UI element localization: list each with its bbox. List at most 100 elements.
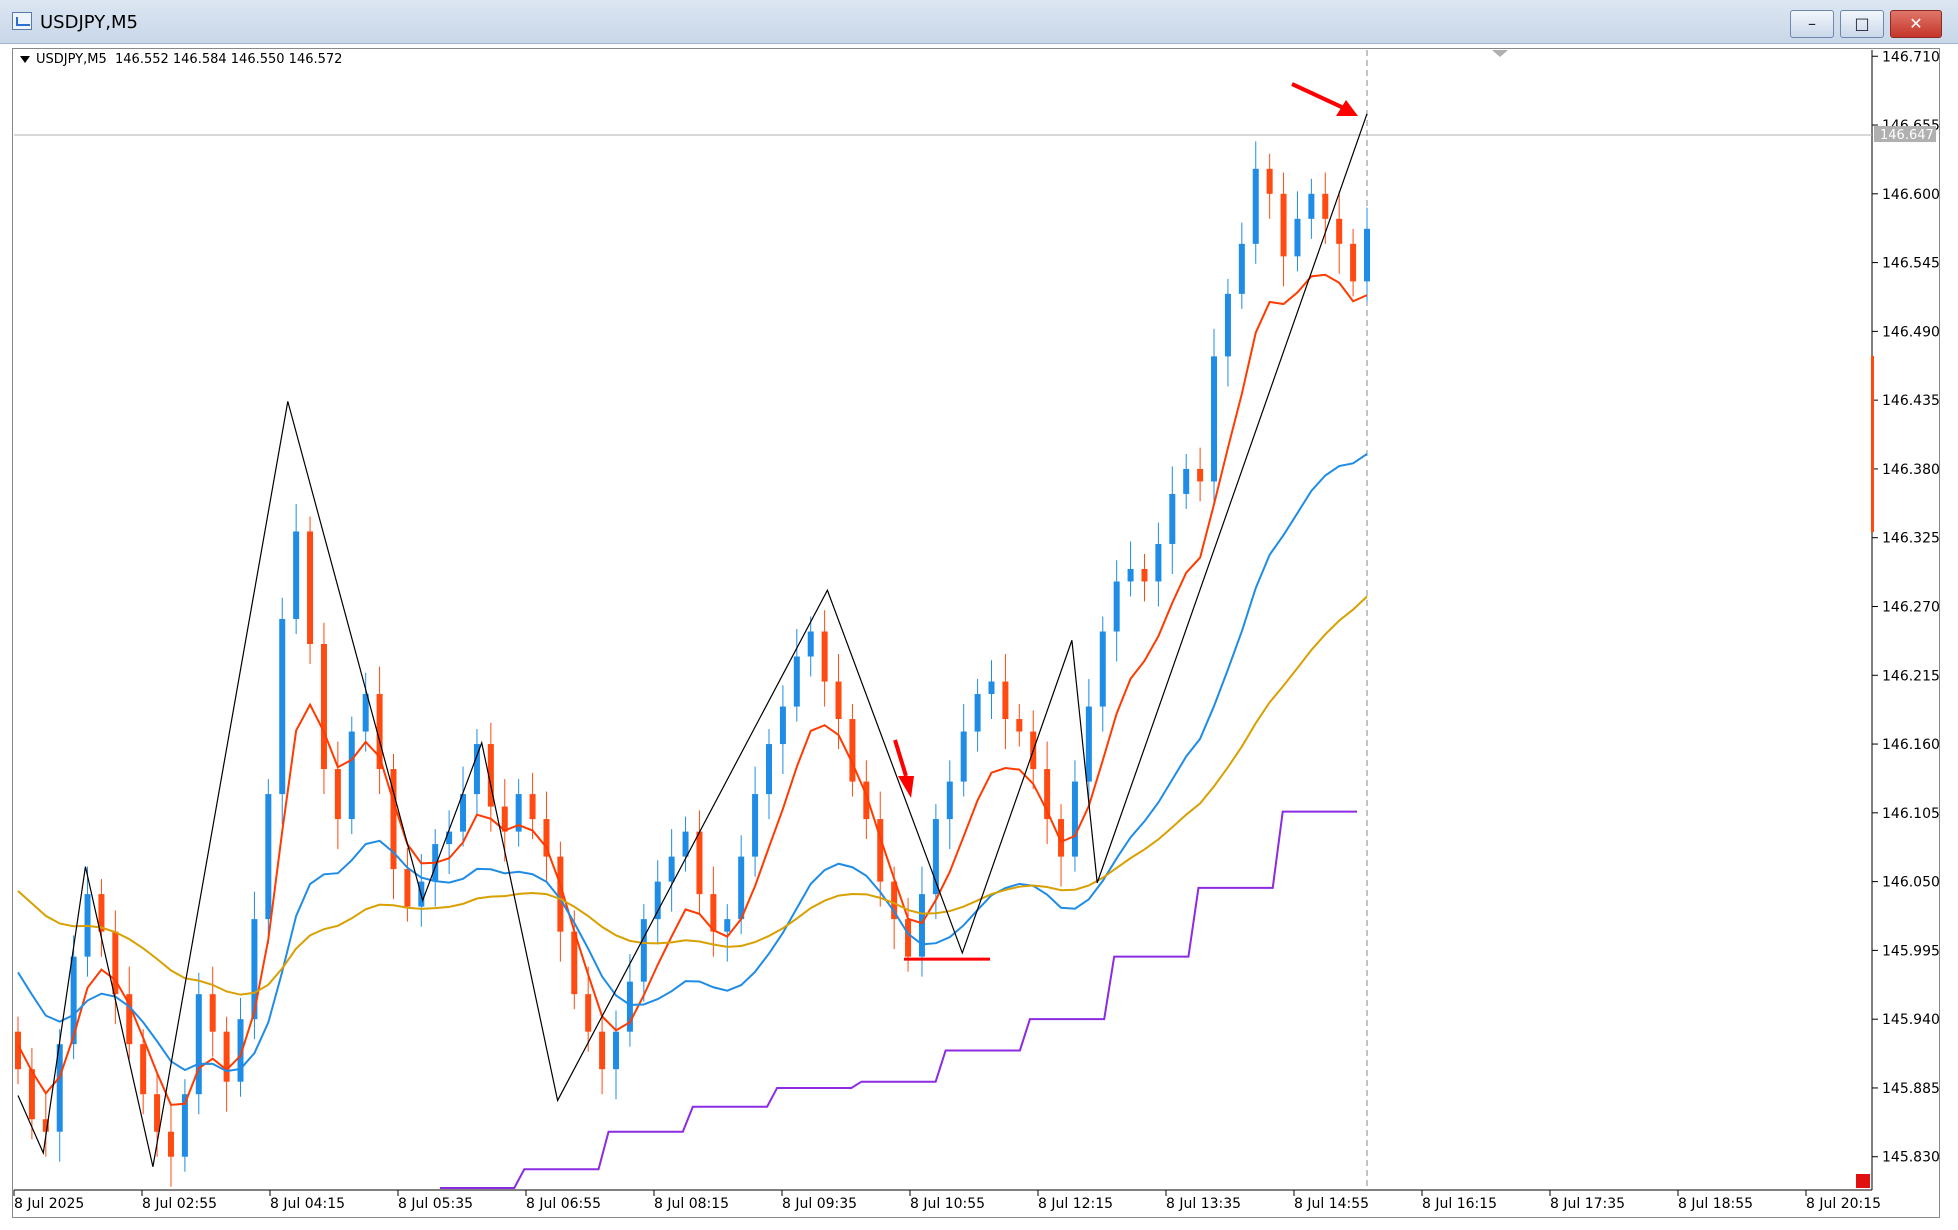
candle-body [1308, 193, 1315, 219]
candle-body [752, 794, 759, 857]
time-tick-label: 8 Jul 16:15 [1422, 1196, 1497, 1212]
autoscroll-icon [1856, 1174, 1870, 1188]
candle-body [696, 831, 703, 895]
candle-body [738, 856, 745, 920]
time-tick-label: 8 Jul 18:55 [1678, 1196, 1753, 1212]
candle-body [1016, 719, 1023, 732]
candle-body [821, 631, 828, 682]
volume-range-bar [1871, 356, 1874, 532]
candle-body [265, 794, 272, 920]
candle-body [765, 744, 772, 795]
candle-body [1183, 468, 1190, 494]
candle-body [1266, 168, 1273, 194]
arrow-shaft-low [893, 739, 908, 777]
time-tick-label: 8 Jul 13:35 [1166, 1196, 1241, 1212]
moving-average-line [17, 453, 1368, 1073]
price-tick-label: 146.050 [1882, 875, 1940, 891]
price-tick-label: 146.545 [1882, 256, 1940, 272]
candle-body [1197, 468, 1204, 482]
candle-body [599, 1031, 606, 1070]
price-tick-label: 146.270 [1882, 599, 1940, 615]
candle-body [1252, 168, 1259, 244]
candle-body [195, 994, 202, 1095]
price-tick-label: 146.490 [1882, 324, 1940, 340]
candle-body [404, 869, 411, 907]
candle-body [167, 1131, 174, 1157]
candle-body [1294, 218, 1301, 257]
candle-body [1238, 243, 1245, 294]
candle-body [710, 894, 717, 932]
price-chart[interactable]: 146.710146.655146.600146.545146.490146.4… [0, 0, 1958, 1230]
candle-body [668, 856, 675, 882]
candle-body [918, 894, 925, 957]
time-tick-label: 8 Jul 12:15 [1038, 1196, 1113, 1212]
price-tick-label: 145.885 [1882, 1081, 1940, 1097]
candle-body [1336, 218, 1343, 244]
price-tick-label: 146.380 [1882, 462, 1940, 478]
arrow-shaft-top [1291, 82, 1349, 112]
candle-body [154, 1094, 161, 1132]
price-tick-label: 146.710 [1882, 49, 1940, 65]
candle-body [1071, 781, 1078, 857]
candle-body [988, 681, 995, 695]
dropdown-triangle-icon[interactable] [20, 56, 30, 63]
candle-body [1364, 228, 1370, 282]
candle-body [807, 631, 814, 657]
candle-body [1280, 193, 1287, 257]
price-tick-label: 146.325 [1882, 531, 1940, 547]
candle-body [307, 531, 314, 645]
price-tick-label: 146.435 [1882, 393, 1940, 409]
candle-body [279, 619, 286, 795]
time-tick-label: 8 Jul 05:35 [398, 1196, 473, 1212]
candle-body [654, 881, 661, 920]
candle-body [28, 1069, 35, 1120]
candle-body [1085, 706, 1092, 782]
candle-body [293, 531, 300, 619]
candle-body [849, 719, 856, 782]
candle-body [974, 694, 981, 732]
candle-body [585, 994, 592, 1032]
time-tick-label: 8 Jul 14:55 [1294, 1196, 1369, 1212]
price-tick-label: 145.940 [1882, 1012, 1940, 1028]
chart-shift-marker [1492, 50, 1508, 57]
candle-body [905, 919, 912, 957]
time-tick-label: 8 Jul 02:55 [142, 1196, 217, 1212]
candle-body [793, 656, 800, 707]
info-ohlc: 146.552 146.584 146.550 146.572 [115, 52, 343, 67]
moving-average-line [17, 595, 1368, 996]
price-tick-label: 146.160 [1882, 737, 1940, 753]
candle-body [1141, 568, 1148, 582]
candle-body [362, 694, 369, 732]
candle-body [1224, 293, 1231, 357]
candle-body [140, 1044, 147, 1095]
time-tick-label: 8 Jul 08:15 [654, 1196, 729, 1212]
candle-body [1155, 543, 1162, 582]
candle-body [960, 731, 967, 782]
candle-body [209, 994, 216, 1032]
time-tick-label: 8 Jul 10:55 [910, 1196, 985, 1212]
price-tick-label: 145.830 [1882, 1150, 1940, 1166]
time-tick-label: 8 Jul 04:15 [270, 1196, 345, 1212]
candle-body [640, 919, 647, 982]
candle-body [946, 781, 953, 820]
candle-body [334, 769, 341, 820]
candle-body [1211, 356, 1218, 482]
price-tick-label: 146.105 [1882, 806, 1940, 822]
candle-body [779, 706, 786, 745]
candle-body [682, 831, 689, 857]
candle-body [446, 831, 453, 845]
step-indicator-line [440, 810, 1357, 1189]
time-tick-label: 8 Jul 09:35 [782, 1196, 857, 1212]
candle-body [613, 1031, 620, 1070]
zigzag-line [17, 113, 1368, 1167]
candle-body [1099, 631, 1106, 707]
time-tick-label: 8 Jul 2025 [14, 1196, 84, 1212]
candle-body [1350, 243, 1357, 282]
candle-body [320, 644, 327, 770]
candle-body [1169, 493, 1176, 544]
candle-body [1127, 568, 1134, 582]
price-tick-label: 146.600 [1882, 187, 1940, 203]
candle-body [529, 794, 536, 820]
time-tick-label: 8 Jul 17:35 [1550, 1196, 1625, 1212]
chart-info-line: USDJPY,M5 146.552 146.584 146.550 146.57… [20, 52, 342, 67]
